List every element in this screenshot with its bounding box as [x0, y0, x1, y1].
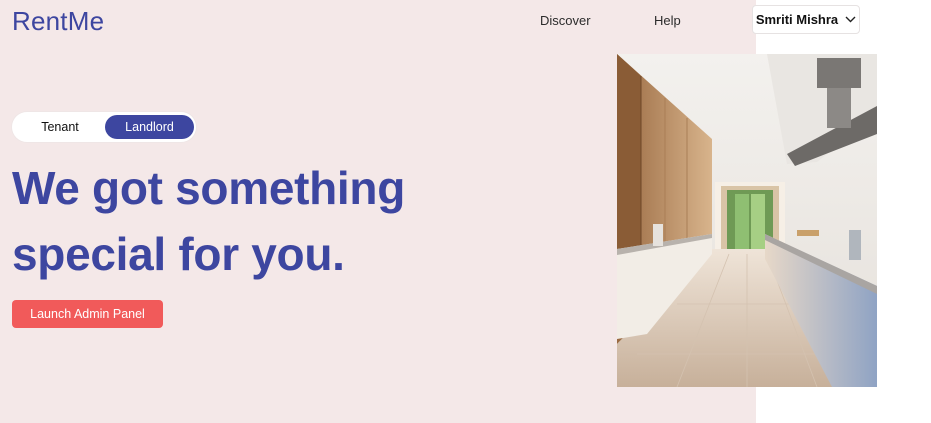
toggle-option-landlord[interactable]: Landlord [105, 115, 194, 139]
user-name: Smriti Mishra [755, 12, 839, 27]
nav-help[interactable]: Help [654, 13, 681, 28]
nav-discover[interactable]: Discover [540, 13, 591, 28]
headline-line-1: We got something [12, 162, 406, 214]
headline-line-2: special for you. [12, 228, 345, 280]
hero-headline: We got something special for you. [12, 155, 405, 287]
user-menu-button[interactable]: Smriti Mishra [752, 5, 860, 34]
chevron-down-icon [845, 16, 856, 23]
toggle-option-tenant[interactable]: Tenant [14, 115, 106, 139]
role-toggle: Tenant Landlord [12, 112, 196, 142]
launch-admin-panel-button[interactable]: Launch Admin Panel [12, 300, 163, 328]
logo[interactable]: RentMe [12, 6, 104, 37]
kitchen-photo [617, 54, 877, 387]
